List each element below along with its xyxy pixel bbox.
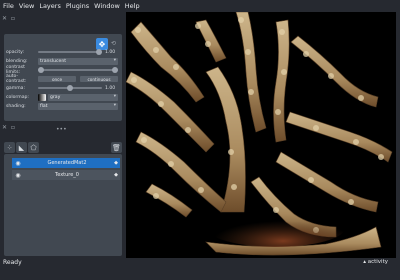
colormap-value: gray bbox=[50, 94, 61, 100]
blending-label: blending: bbox=[6, 58, 28, 64]
chevron-down-icon: ▾ bbox=[113, 102, 116, 108]
coral-rendering bbox=[126, 12, 393, 256]
menu-plugins[interactable]: Plugins bbox=[66, 2, 89, 10]
layer-row-generatedmat2[interactable]: ◉ GeneratedMat2 ◆ bbox=[12, 158, 120, 168]
contrast-limits-slider[interactable] bbox=[38, 67, 118, 73]
layer-name: Texture_0 bbox=[55, 172, 79, 178]
gamma-value[interactable]: 1.00 bbox=[105, 86, 115, 91]
eye-icon[interactable]: ◉ bbox=[14, 159, 22, 167]
shading-select[interactable]: flat ▾ bbox=[38, 102, 118, 110]
surface-layer-icon: ◆ bbox=[114, 160, 118, 166]
menu-file[interactable]: File bbox=[3, 2, 14, 10]
contrast-limits-high-handle[interactable] bbox=[112, 67, 118, 73]
status-bar: Ready ▴ activity bbox=[0, 258, 400, 280]
menu-help[interactable]: Help bbox=[125, 2, 140, 10]
activity-label: activity bbox=[367, 259, 388, 265]
chevron-down-icon: ▾ bbox=[113, 57, 116, 63]
layer-controls-panel: ✥ ⟲ opacity: 1.00 blending: translucent … bbox=[4, 34, 122, 121]
blending-row: blending: translucent ▾ bbox=[6, 57, 120, 65]
rotate-icon[interactable]: ⟲ bbox=[111, 40, 116, 47]
blending-value: translucent bbox=[40, 58, 67, 64]
opacity-slider[interactable] bbox=[38, 49, 102, 55]
colormap-label: colormap: bbox=[6, 94, 29, 100]
controls-dock-titlebar: ✕ ▫ bbox=[2, 14, 122, 22]
menu-bar: File View Layers Plugins Window Help bbox=[0, 0, 400, 12]
colormap-select[interactable]: gray ▾ bbox=[48, 93, 118, 101]
chevron-down-icon: ▾ bbox=[113, 93, 116, 99]
status-text: Ready bbox=[3, 259, 22, 266]
trash-icon[interactable]: 🗑 bbox=[111, 142, 122, 153]
gamma-row: gamma: 1.00 bbox=[6, 84, 120, 92]
image-layer-icon: ◆ bbox=[114, 172, 118, 178]
layer-row-texture-0[interactable]: ◉ Texture_0 ◆ bbox=[12, 170, 120, 180]
contrast-limits-row: contrast limits: bbox=[6, 65, 120, 75]
layer-name: GeneratedMat2 bbox=[47, 160, 87, 166]
colormap-preview bbox=[38, 93, 46, 101]
gamma-label: gamma: bbox=[6, 85, 26, 91]
dock-close-float-icons[interactable]: ✕ ▫ bbox=[2, 124, 16, 131]
eye-icon[interactable]: ◉ bbox=[14, 171, 22, 179]
menu-window[interactable]: Window bbox=[94, 2, 120, 10]
menu-view[interactable]: View bbox=[19, 2, 34, 10]
viewer-canvas[interactable] bbox=[126, 12, 396, 258]
left-dock: ✕ ▫ ✥ ⟲ opacity: 1.00 blending: transluc… bbox=[0, 12, 124, 267]
new-labels-icon[interactable]: ⬠ bbox=[28, 142, 39, 153]
opacity-row: opacity: 1.00 bbox=[6, 48, 120, 56]
layer-list-dock-titlebar: ✕ ▫ bbox=[2, 123, 122, 131]
auto-contrast-continuous-button[interactable]: continuous bbox=[80, 76, 118, 82]
auto-contrast-once-button[interactable]: once bbox=[38, 76, 76, 82]
menu-layers[interactable]: Layers bbox=[39, 2, 61, 10]
auto-contrast-row: auto-contrast: once continuous bbox=[6, 74, 120, 84]
opacity-slider-handle[interactable] bbox=[96, 49, 102, 55]
layer-buttons: ⁘ ◣ ⬠ 🗑 bbox=[4, 142, 122, 154]
shading-label: shading: bbox=[6, 103, 26, 109]
blending-select[interactable]: translucent ▾ bbox=[38, 57, 118, 65]
new-shapes-icon[interactable]: ◣ bbox=[16, 142, 27, 153]
layer-list: ◉ GeneratedMat2 ◆ ◉ Texture_0 ◆ bbox=[4, 154, 122, 256]
opacity-label: opacity: bbox=[6, 49, 25, 55]
shading-value: flat bbox=[40, 103, 48, 109]
dock-close-float-icons[interactable]: ✕ ▫ bbox=[2, 15, 16, 22]
colormap-row: colormap: gray ▾ bbox=[6, 93, 120, 101]
contrast-limits-low-handle[interactable] bbox=[38, 67, 44, 73]
opacity-value[interactable]: 1.00 bbox=[105, 50, 115, 55]
shading-row: shading: flat ▾ bbox=[6, 102, 120, 110]
gamma-slider[interactable] bbox=[38, 85, 102, 91]
gamma-slider-handle[interactable] bbox=[67, 85, 73, 91]
auto-contrast-label: auto-contrast: bbox=[6, 74, 27, 84]
activity-button[interactable]: ▴ activity bbox=[363, 259, 388, 265]
new-points-icon[interactable]: ⁘ bbox=[4, 142, 15, 153]
